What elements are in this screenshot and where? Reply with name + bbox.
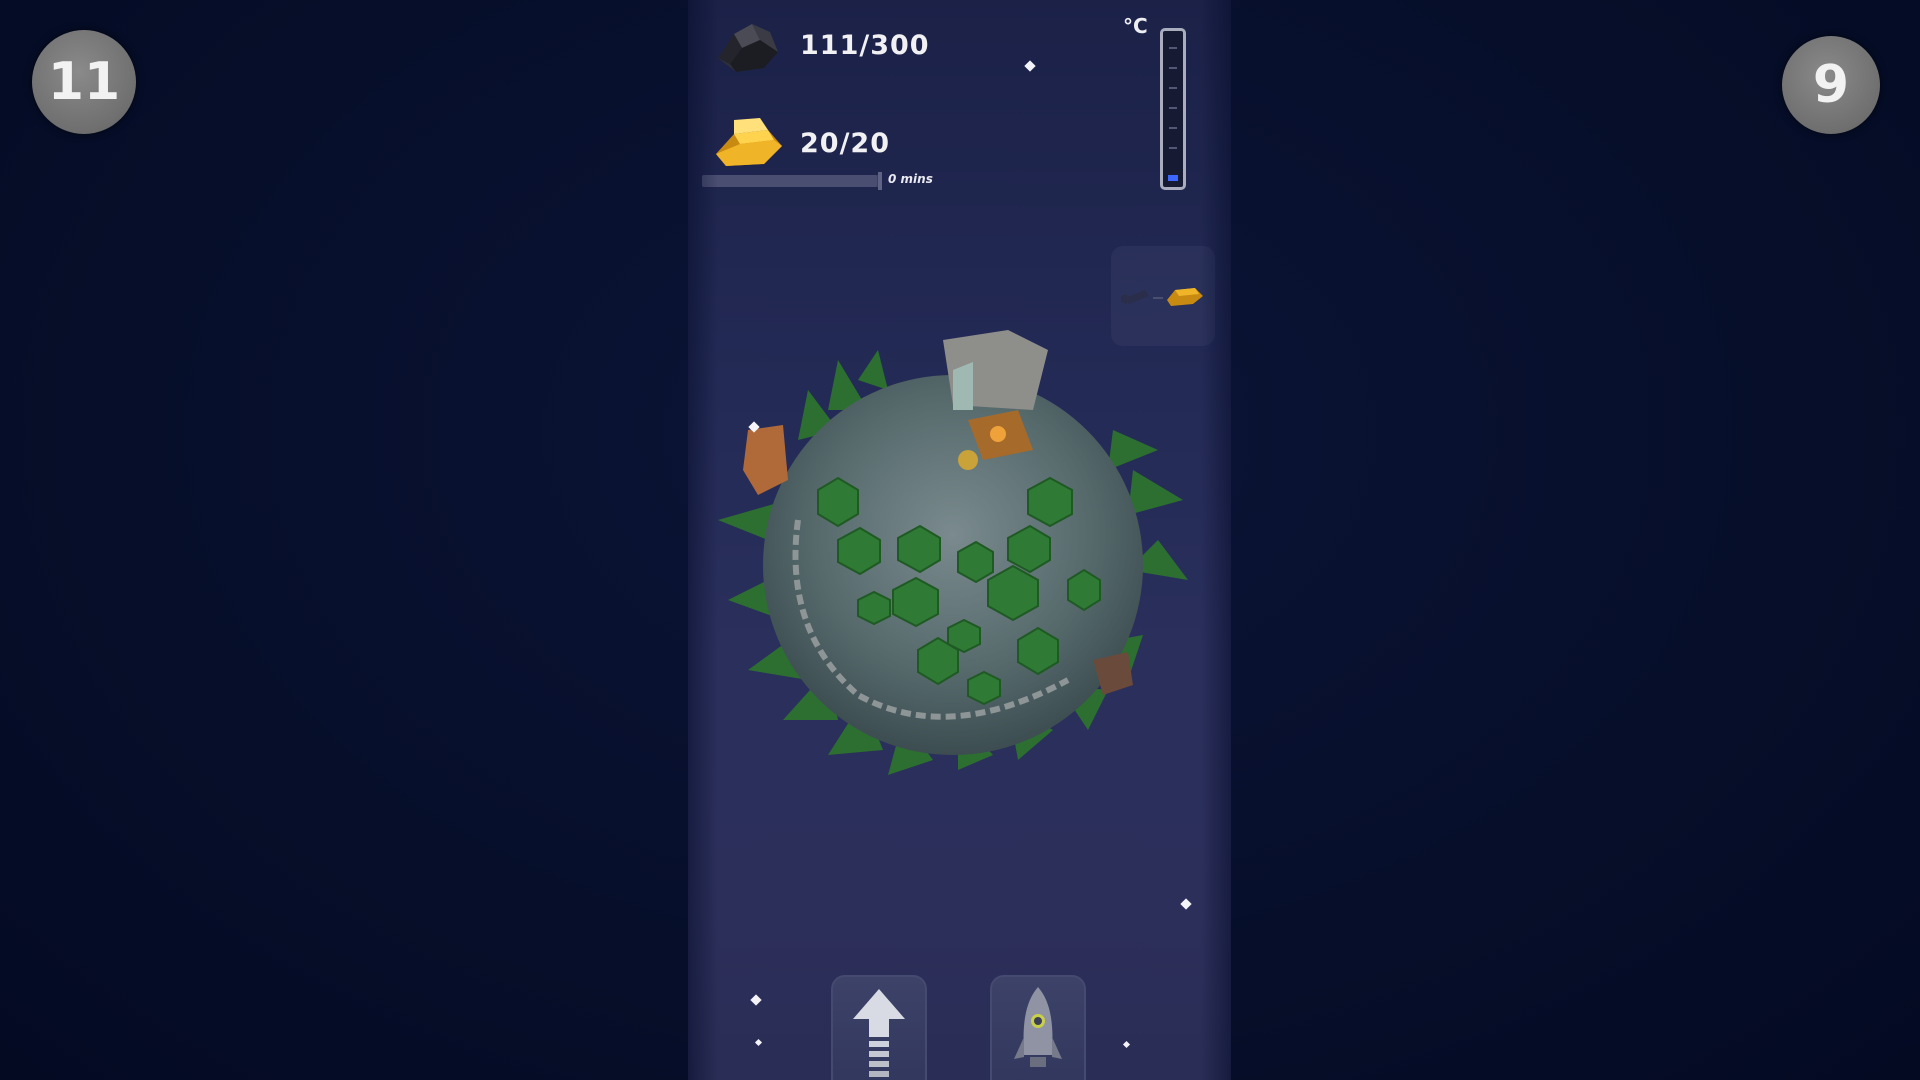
right-level-badge: 9 [1782, 36, 1880, 134]
thermometer-gauge [1160, 28, 1186, 190]
launch-button[interactable] [990, 975, 1086, 1080]
stone-icon [718, 24, 778, 72]
thermometer-tick [1169, 107, 1177, 109]
left-level-badge: 11 [32, 30, 136, 134]
production-timer-bar [702, 175, 882, 187]
game-viewport[interactable]: 111/300 20/20 0 mins °C [688, 0, 1231, 1080]
up-arrow-icon [853, 989, 905, 1077]
gold-resource: 20/20 [708, 110, 890, 176]
production-timer-fill [702, 175, 877, 187]
stone-resource: 111/300 [708, 12, 930, 78]
viewport-edge-left [688, 0, 718, 1080]
thermometer-tick [1169, 87, 1177, 89]
gold-count: 20/20 [800, 127, 891, 159]
viewport-edge-right [1201, 0, 1231, 1080]
stone-count: 111/300 [800, 29, 930, 61]
sparkle [750, 994, 762, 1006]
temperature-unit: °C [1123, 14, 1148, 38]
production-timer-label: 0 mins [888, 172, 933, 186]
sparkle [754, 1038, 763, 1047]
sparkle [1180, 898, 1192, 910]
timer-bar-end [878, 172, 882, 190]
thermometer-tick [1169, 47, 1177, 49]
thermometer-tick [1169, 127, 1177, 129]
thermometer-fill [1168, 175, 1178, 181]
thermometer-tick [1169, 67, 1177, 69]
rocket-icon [1014, 987, 1062, 1067]
planet-icon[interactable] [688, 300, 1231, 820]
sparkle [1024, 60, 1036, 72]
sparkle [1122, 1040, 1131, 1049]
thermometer-tick [1169, 147, 1177, 149]
upgrade-button[interactable] [831, 975, 927, 1080]
gold-bar-icon [716, 118, 782, 166]
